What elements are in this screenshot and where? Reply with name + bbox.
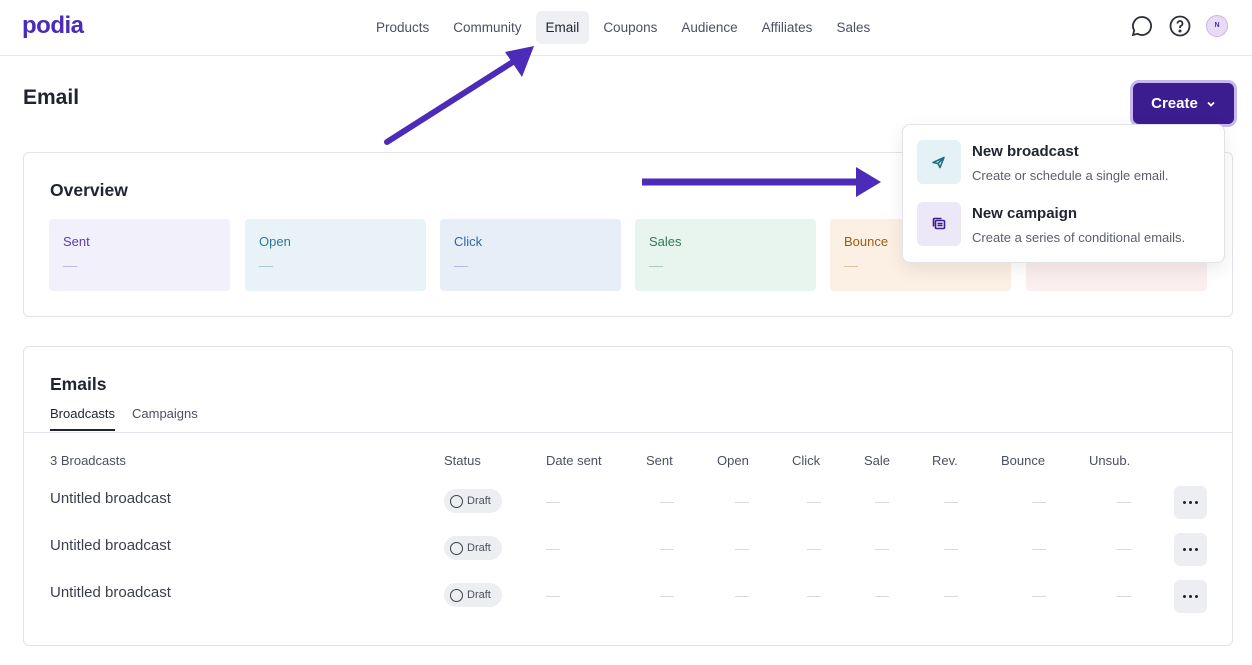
arrow-to-create-menu — [642, 167, 881, 197]
annotation-arrows — [384, 46, 881, 197]
arrow-to-email-nav — [384, 46, 534, 145]
